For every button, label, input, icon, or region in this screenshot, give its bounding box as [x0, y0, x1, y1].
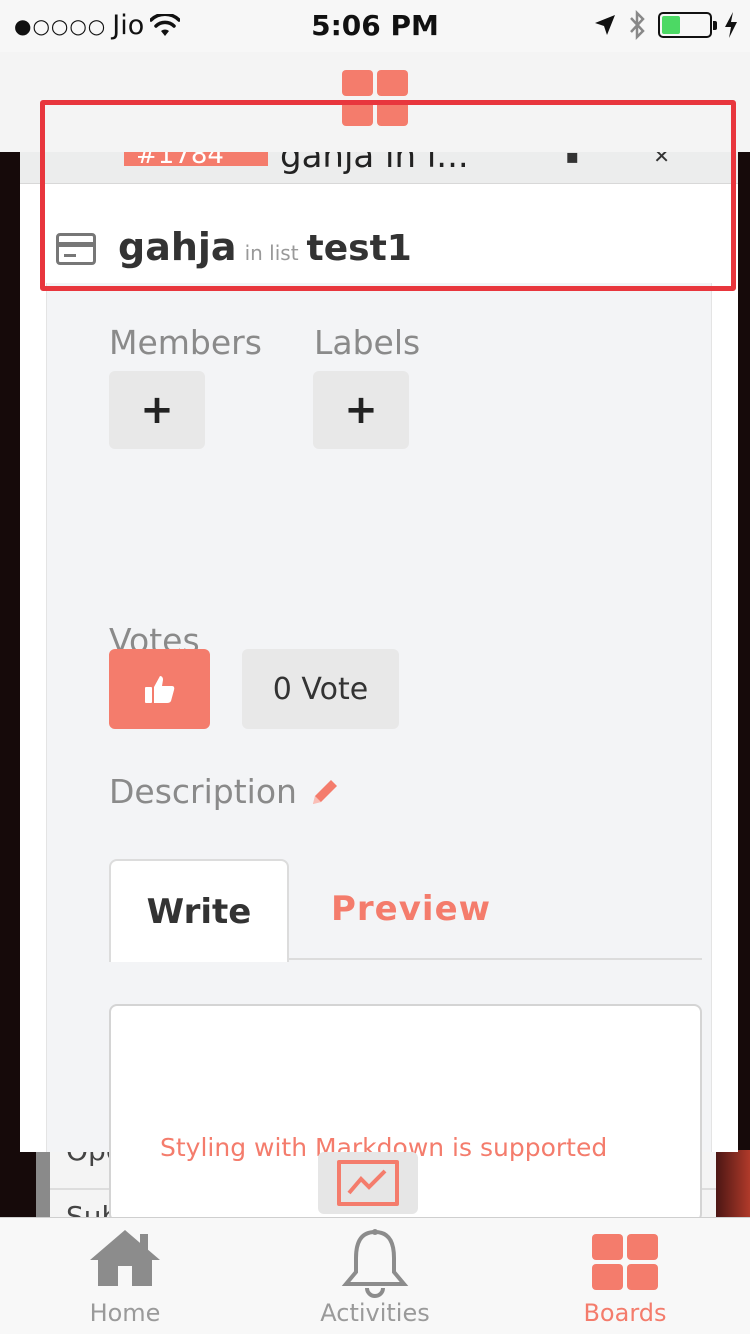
- vote-count: 0 Vote: [242, 649, 399, 729]
- bell-icon: [341, 1229, 409, 1298]
- add-label-button[interactable]: +: [313, 371, 409, 449]
- home-icon: [90, 1230, 160, 1286]
- tab-boards-label: Boards: [583, 1299, 667, 1327]
- charging-bolt-icon: [725, 12, 737, 38]
- bluetooth-icon: [630, 10, 645, 40]
- tab-activities-label: Activities: [320, 1299, 430, 1327]
- grid-icon: [592, 1234, 658, 1290]
- tab-boards[interactable]: Boards: [500, 1218, 750, 1334]
- status-icons: [594, 10, 738, 40]
- tab-home[interactable]: Home: [0, 1218, 250, 1334]
- highlight-frame: [40, 100, 736, 291]
- editor-tabs: Write Preview: [109, 859, 702, 962]
- chart-button[interactable]: [318, 1152, 418, 1214]
- tab-activities[interactable]: Activities: [250, 1218, 500, 1334]
- location-arrow-icon: [595, 15, 615, 35]
- members-label: Members: [109, 323, 262, 362]
- status-bar: ●○○○○ Jio 5:06 PM: [0, 0, 750, 52]
- chart-icon: [337, 1160, 399, 1206]
- tab-write[interactable]: Write: [109, 859, 289, 962]
- bottom-tab-bar: Home Activities Boards: [0, 1217, 750, 1334]
- labels-label: Labels: [314, 323, 421, 362]
- backdrop-glow: [710, 1150, 750, 1220]
- tab-home-label: Home: [89, 1299, 161, 1327]
- thumbs-up-icon: [144, 676, 174, 703]
- tab-preview[interactable]: Preview: [331, 889, 491, 929]
- description-label: Description: [109, 772, 341, 811]
- upvote-button[interactable]: [109, 649, 210, 729]
- pencil-icon[interactable]: [309, 776, 341, 808]
- add-member-button[interactable]: +: [109, 371, 205, 449]
- card-details-modal: #1784 gahja in l... ▪ ✕ gahja in list te…: [20, 152, 738, 1222]
- card-body: Members Labels + + Votes 0 Vote Descript…: [46, 283, 712, 1222]
- battery-icon: [658, 12, 717, 38]
- description-label-text: Description: [109, 772, 297, 811]
